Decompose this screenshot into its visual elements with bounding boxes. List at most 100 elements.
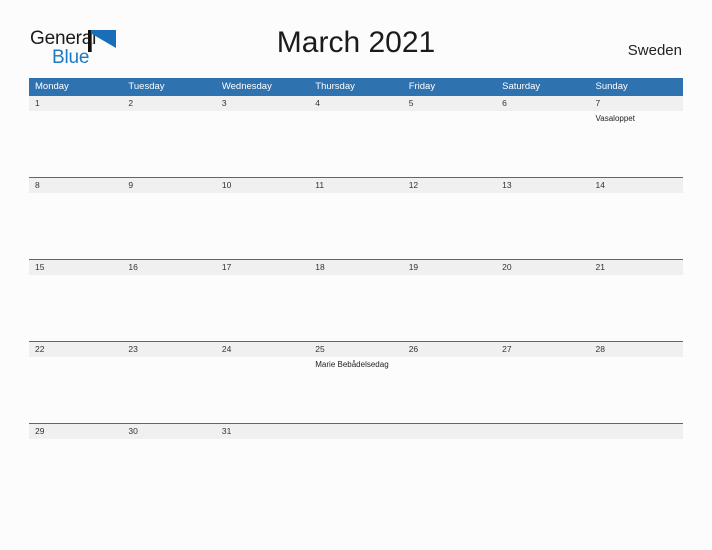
date-number[interactable]: 24 (216, 342, 309, 357)
day-cell (590, 439, 683, 479)
day-cell[interactable] (496, 193, 589, 259)
day-cell[interactable] (29, 111, 122, 177)
date-number[interactable]: 15 (29, 260, 122, 275)
date-number[interactable]: 19 (403, 260, 496, 275)
day-cell[interactable] (216, 275, 309, 341)
date-number[interactable]: 7 (590, 96, 683, 111)
date-number[interactable]: 25 (309, 342, 402, 357)
date-number (590, 424, 683, 439)
day-cell[interactable] (403, 275, 496, 341)
day-cell[interactable] (496, 357, 589, 423)
calendar-grid: Monday Tuesday Wednesday Thursday Friday… (29, 78, 683, 479)
page-title: March 2021 (276, 26, 436, 59)
event-label: Marie Bebådelsedag (315, 360, 389, 369)
dow-tuesday: Tuesday (128, 81, 165, 92)
day-cell[interactable] (590, 275, 683, 341)
date-number[interactable]: 9 (122, 178, 215, 193)
calendar-page: General Blue March 2021 Sweden Monday Tu… (0, 0, 712, 550)
day-cell[interactable] (590, 193, 683, 259)
date-number[interactable]: 5 (403, 96, 496, 111)
week-body-row: Marie Bebådelsedag (29, 357, 683, 423)
dow-wednesday: Wednesday (221, 81, 272, 92)
week-row: 1 2 3 4 5 6 7 Vasaloppet (29, 96, 683, 177)
day-cell[interactable] (216, 357, 309, 423)
date-number[interactable]: 27 (496, 342, 589, 357)
date-number[interactable]: 18 (309, 260, 402, 275)
day-cell[interactable] (216, 439, 309, 479)
day-cell[interactable] (496, 275, 589, 341)
date-number[interactable]: 11 (309, 178, 402, 193)
date-number (309, 424, 402, 439)
date-number[interactable]: 8 (29, 178, 122, 193)
day-of-week-header-row: Monday Tuesday Wednesday Thursday Friday… (29, 78, 683, 96)
page-header: General Blue March 2021 Sweden (0, 0, 712, 78)
day-cell[interactable] (309, 193, 402, 259)
date-number[interactable]: 31 (216, 424, 309, 439)
day-cell[interactable] (122, 357, 215, 423)
date-number[interactable]: 2 (122, 96, 215, 111)
date-number[interactable]: 16 (122, 260, 215, 275)
day-cell[interactable]: Marie Bebådelsedag (309, 357, 402, 423)
dow-friday: Friday (408, 81, 436, 92)
week-body-row: Vasaloppet (29, 111, 683, 177)
date-number[interactable]: 30 (122, 424, 215, 439)
date-number[interactable]: 10 (216, 178, 309, 193)
day-cell[interactable] (122, 439, 215, 479)
event-label: Vasaloppet (595, 114, 635, 123)
day-cell[interactable] (216, 193, 309, 259)
date-number[interactable]: 22 (29, 342, 122, 357)
day-cell[interactable] (122, 275, 215, 341)
date-number[interactable]: 3 (216, 96, 309, 111)
date-number[interactable]: 17 (216, 260, 309, 275)
date-number[interactable]: 23 (122, 342, 215, 357)
day-cell (496, 439, 589, 479)
date-number (403, 424, 496, 439)
day-cell[interactable] (403, 111, 496, 177)
week-row: 8 9 10 11 12 13 14 (29, 177, 683, 259)
day-cell (309, 439, 402, 479)
day-cell[interactable] (496, 111, 589, 177)
day-cell[interactable] (590, 357, 683, 423)
day-cell[interactable] (29, 275, 122, 341)
date-number[interactable]: 26 (403, 342, 496, 357)
date-number[interactable]: 21 (590, 260, 683, 275)
week-body-row (29, 275, 683, 341)
dow-monday: Monday (35, 81, 69, 92)
week-date-band: 8 9 10 11 12 13 14 (29, 178, 683, 193)
week-body-row (29, 193, 683, 259)
dow-saturday: Saturday (502, 81, 541, 92)
day-cell (403, 439, 496, 479)
date-number[interactable]: 14 (590, 178, 683, 193)
week-date-band: 15 16 17 18 19 20 21 (29, 260, 683, 275)
date-number (496, 424, 589, 439)
week-date-band: 1 2 3 4 5 6 7 (29, 96, 683, 111)
week-row: 15 16 17 18 19 20 21 (29, 259, 683, 341)
date-number[interactable]: 13 (496, 178, 589, 193)
date-number[interactable]: 29 (29, 424, 122, 439)
date-number[interactable]: 6 (496, 96, 589, 111)
dow-thursday: Thursday (315, 81, 355, 92)
day-cell[interactable] (309, 111, 402, 177)
week-row: 29 30 31 (29, 423, 683, 479)
date-number[interactable]: 4 (309, 96, 402, 111)
week-body-row (29, 439, 683, 479)
day-cell[interactable] (122, 193, 215, 259)
date-number[interactable]: 20 (496, 260, 589, 275)
day-cell[interactable] (29, 357, 122, 423)
day-cell[interactable] (122, 111, 215, 177)
date-number[interactable]: 1 (29, 96, 122, 111)
date-number[interactable]: 28 (590, 342, 683, 357)
country-label: Sweden (627, 42, 682, 59)
day-cell[interactable] (216, 111, 309, 177)
day-cell[interactable] (29, 193, 122, 259)
day-cell[interactable] (403, 357, 496, 423)
dow-sunday: Sunday (595, 81, 628, 92)
day-cell[interactable] (309, 275, 402, 341)
week-date-band: 22 23 24 25 26 27 28 (29, 342, 683, 357)
day-cell[interactable] (403, 193, 496, 259)
day-cell[interactable] (29, 439, 122, 479)
week-row: 22 23 24 25 26 27 28 Marie Bebådelsedag (29, 341, 683, 423)
date-number[interactable]: 12 (403, 178, 496, 193)
day-cell[interactable]: Vasaloppet (590, 111, 683, 177)
week-date-band: 29 30 31 (29, 424, 683, 439)
